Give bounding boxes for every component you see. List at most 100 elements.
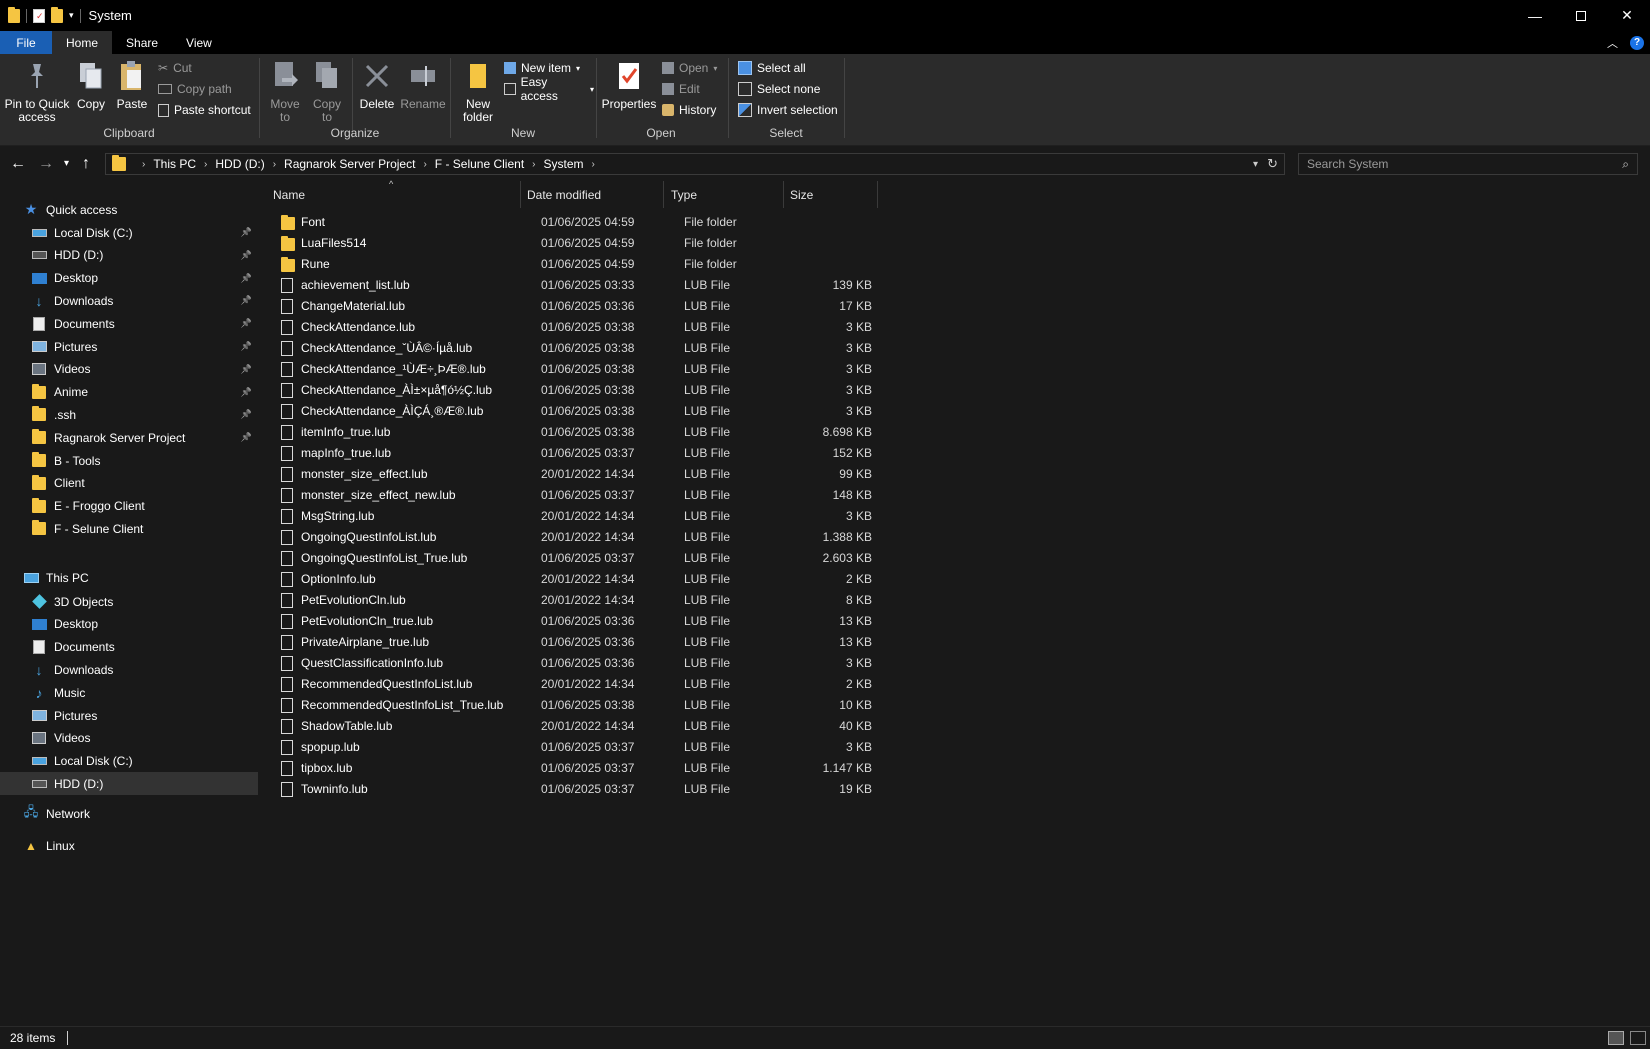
column-header-date[interactable]: Date modified xyxy=(527,181,659,208)
column-divider[interactable] xyxy=(877,181,878,208)
close-button[interactable]: ✕ xyxy=(1604,0,1650,31)
breadcrumb-item[interactable]: System xyxy=(544,157,584,171)
nav-item[interactable]: Videos xyxy=(0,727,258,750)
file-row[interactable]: tipbox.lub 01/06/2025 03:37 LUB File 1.147 … xyxy=(261,758,881,779)
breadcrumb-item[interactable]: F - Selune Client xyxy=(435,157,524,171)
pin-icon[interactable]: 📌 xyxy=(241,227,252,238)
file-row[interactable]: itemInfo_true.lub 01/06/2025 03:38 LUB Fil… xyxy=(261,422,881,443)
pin-icon[interactable]: 📌 xyxy=(241,273,252,284)
refresh-icon[interactable]: ↻ xyxy=(1267,156,1278,172)
recent-locations-button[interactable]: ▾ xyxy=(64,158,69,169)
column-header-name[interactable]: Name xyxy=(273,181,518,208)
properties-button[interactable]: Properties xyxy=(602,58,656,111)
pin-icon[interactable]: 📌 xyxy=(241,387,252,398)
column-header-size[interactable]: Size xyxy=(790,181,860,208)
nav-item[interactable]: B - Tools xyxy=(0,449,258,472)
file-row[interactable]: PetEvolutionCln.lub 20/01/2022 14:34 LUB F… xyxy=(261,590,881,611)
nav-item[interactable]: Pictures xyxy=(0,704,258,727)
nav-item[interactable]: HDD (D:) xyxy=(0,772,258,796)
nav-linux[interactable]: ▲ Linux xyxy=(0,834,258,857)
breadcrumb-item[interactable]: This PC xyxy=(153,157,196,171)
nav-item[interactable]: Documents xyxy=(0,636,258,659)
properties-icon[interactable]: ✓ xyxy=(33,8,45,23)
file-row[interactable]: MsgString.lub 20/01/2022 14:34 LUB File 3 K… xyxy=(261,506,881,527)
up-button[interactable]: ↑ xyxy=(82,155,90,173)
file-row[interactable]: monster_size_effect.lub 20/01/2022 14:34 L… xyxy=(261,464,881,485)
delete-button[interactable]: Delete xyxy=(358,58,396,111)
minimize-button[interactable]: — xyxy=(1512,0,1558,31)
easy-access-button[interactable]: Easy access ▾ xyxy=(504,75,594,103)
nav-item[interactable]: HDD (D:) 📌 xyxy=(0,244,258,267)
file-row[interactable]: achievement_list.lub 01/06/2025 03:33 LUB … xyxy=(261,275,881,296)
forward-button[interactable]: → xyxy=(38,155,54,173)
file-row[interactable]: QuestClassificationInfo.lub 01/06/2025 03… xyxy=(261,653,881,674)
back-button[interactable]: ← xyxy=(10,155,26,173)
collapse-ribbon-icon[interactable]: ︿ xyxy=(1607,35,1618,51)
nav-item[interactable]: Pictures 📌 xyxy=(0,335,258,358)
customize-toolbar-icon[interactable]: ▾ xyxy=(69,10,74,21)
file-row[interactable]: Rune 01/06/2025 04:59 File folder xyxy=(261,254,881,275)
move-to-button[interactable]: Move to xyxy=(266,58,304,124)
nav-quick-access[interactable]: ★ Quick access xyxy=(0,198,258,221)
column-divider[interactable] xyxy=(783,181,784,208)
search-input[interactable]: Search System ⌕ xyxy=(1298,153,1638,175)
nav-item[interactable]: F - Selune Client xyxy=(0,517,258,540)
nav-item[interactable]: ♪ Music xyxy=(0,681,258,704)
pin-icon[interactable]: 📌 xyxy=(241,295,252,306)
file-row[interactable]: ShadowTable.lub 20/01/2022 14:34 LUB File 4… xyxy=(261,716,881,737)
file-row[interactable]: Font 01/06/2025 04:59 File folder xyxy=(261,212,881,233)
pin-icon[interactable]: 📌 xyxy=(241,250,252,261)
file-row[interactable]: Towninfo.lub 01/06/2025 03:37 LUB File 19 K… xyxy=(261,779,881,800)
cut-button[interactable]: ✂ Cut xyxy=(158,58,192,78)
column-header-type[interactable]: Type xyxy=(671,181,781,208)
file-row[interactable]: CheckAttendance_ˇÙÂ©·Íµå.lub 01/06/2025 0… xyxy=(261,338,881,359)
nav-item[interactable]: Local Disk (C:) xyxy=(0,750,258,773)
maximize-button[interactable] xyxy=(1558,0,1604,31)
new-folder-button[interactable]: New folder xyxy=(456,58,500,124)
nav-item[interactable]: Documents 📌 xyxy=(0,312,258,335)
select-none-button[interactable]: Select none xyxy=(738,79,820,99)
details-view-button[interactable] xyxy=(1608,1031,1624,1045)
tab-file[interactable]: File xyxy=(0,31,52,54)
file-row[interactable]: ChangeMaterial.lub 01/06/2025 03:36 LUB Fi… xyxy=(261,296,881,317)
file-row[interactable]: PrivateAirplane_true.lub 01/06/2025 03:36… xyxy=(261,632,881,653)
pin-icon[interactable]: 📌 xyxy=(241,409,252,420)
column-divider[interactable] xyxy=(520,181,521,208)
new-folder-icon[interactable] xyxy=(51,6,63,23)
pin-icon[interactable]: 📌 xyxy=(241,364,252,375)
copy-to-button[interactable]: Copy to xyxy=(308,58,346,124)
search-icon[interactable]: ⌕ xyxy=(1622,157,1629,172)
nav-item[interactable]: Desktop xyxy=(0,613,258,636)
paste-button[interactable]: Paste xyxy=(114,58,150,111)
file-row[interactable]: RecommendedQuestInfoList_True.lub 01/06/2… xyxy=(261,695,881,716)
pin-icon[interactable]: 📌 xyxy=(241,432,252,443)
invert-selection-button[interactable]: Invert selection xyxy=(738,100,838,120)
pin-icon[interactable]: 📌 xyxy=(241,318,252,329)
nav-network[interactable]: 🖧 Network xyxy=(0,802,258,825)
pin-to-quick-access-button[interactable]: Pin to Quick access xyxy=(4,58,70,124)
history-button[interactable]: History xyxy=(662,100,716,120)
file-row[interactable]: LuaFiles514 01/06/2025 04:59 File folder xyxy=(261,233,881,254)
file-row[interactable]: PetEvolutionCln_true.lub 01/06/2025 03:36… xyxy=(261,611,881,632)
nav-item[interactable]: Client xyxy=(0,472,258,495)
address-bar[interactable]: › This PC › HDD (D:) › Ragnarok Server P… xyxy=(105,153,1285,175)
file-row[interactable]: mapInfo_true.lub 01/06/2025 03:37 LUB File… xyxy=(261,443,881,464)
nav-this-pc[interactable]: This PC xyxy=(0,566,258,589)
nav-item[interactable]: Local Disk (C:) 📌 xyxy=(0,221,258,244)
paste-shortcut-button[interactable]: Paste shortcut xyxy=(158,100,251,120)
edit-button[interactable]: Edit xyxy=(662,79,700,99)
column-divider[interactable] xyxy=(663,181,664,208)
nav-item[interactable]: E - Froggo Client xyxy=(0,495,258,518)
tab-view[interactable]: View xyxy=(172,31,226,54)
file-row[interactable]: spopup.lub 01/06/2025 03:37 LUB File 3 KB xyxy=(261,737,881,758)
file-row[interactable]: CheckAttendance_ÀÌÇÁ¸®Æ®.lub 01/06/2025 0… xyxy=(261,401,881,422)
file-row[interactable]: CheckAttendance.lub 01/06/2025 03:38 LUB F… xyxy=(261,317,881,338)
tab-home[interactable]: Home xyxy=(52,31,113,54)
rename-button[interactable]: Rename xyxy=(400,58,446,111)
help-icon[interactable]: ? xyxy=(1630,35,1644,50)
select-all-button[interactable]: Select all xyxy=(738,58,806,78)
breadcrumb-item[interactable]: HDD (D:) xyxy=(215,157,264,171)
file-row[interactable]: OptionInfo.lub 20/01/2022 14:34 LUB File 2 … xyxy=(261,569,881,590)
nav-item[interactable]: Anime 📌 xyxy=(0,381,258,404)
file-row[interactable]: CheckAttendance_ÀÌ±×µå¶ó½Ç.lub 01/06/2025… xyxy=(261,380,881,401)
